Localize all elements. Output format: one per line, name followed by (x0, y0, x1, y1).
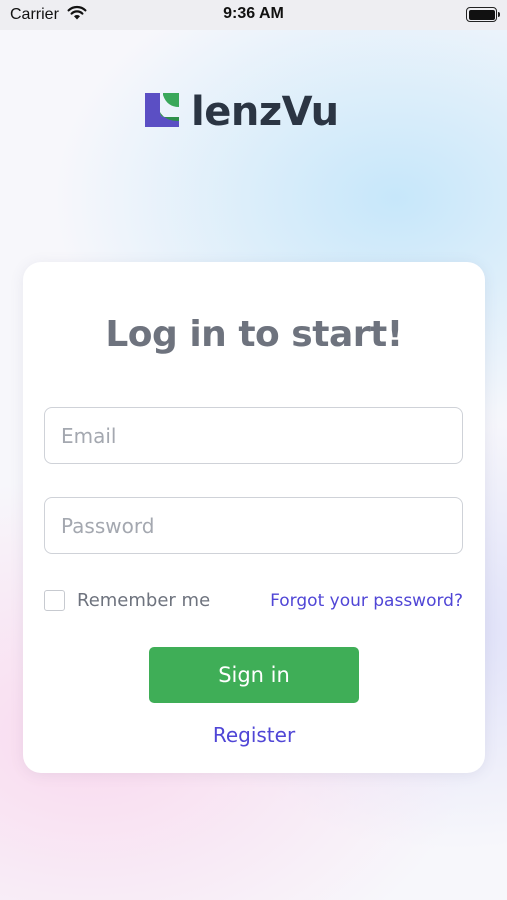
remember-me-option[interactable]: Remember me (44, 590, 210, 611)
battery-full-icon (466, 7, 500, 22)
page-title: Log in to start! (105, 314, 403, 355)
sign-in-button[interactable]: Sign in (149, 647, 359, 703)
brand-logo: lenzVu (145, 90, 339, 134)
remember-me-checkbox[interactable] (44, 590, 65, 611)
status-bar: Carrier 9:36 AM (0, 0, 507, 30)
login-card: Log in to start! Remember me Forgot your… (23, 262, 485, 773)
forgot-password-link[interactable]: Forgot your password? (270, 590, 463, 612)
brand-name: lenzVu (191, 89, 339, 135)
lenzvu-logo-mark-icon (145, 93, 179, 131)
clock-time: 9:36 AM (223, 5, 284, 22)
remember-me-label: Remember me (77, 590, 211, 611)
register-link[interactable]: Register (23, 723, 485, 747)
email-field[interactable] (44, 407, 463, 464)
password-field[interactable] (44, 497, 463, 554)
